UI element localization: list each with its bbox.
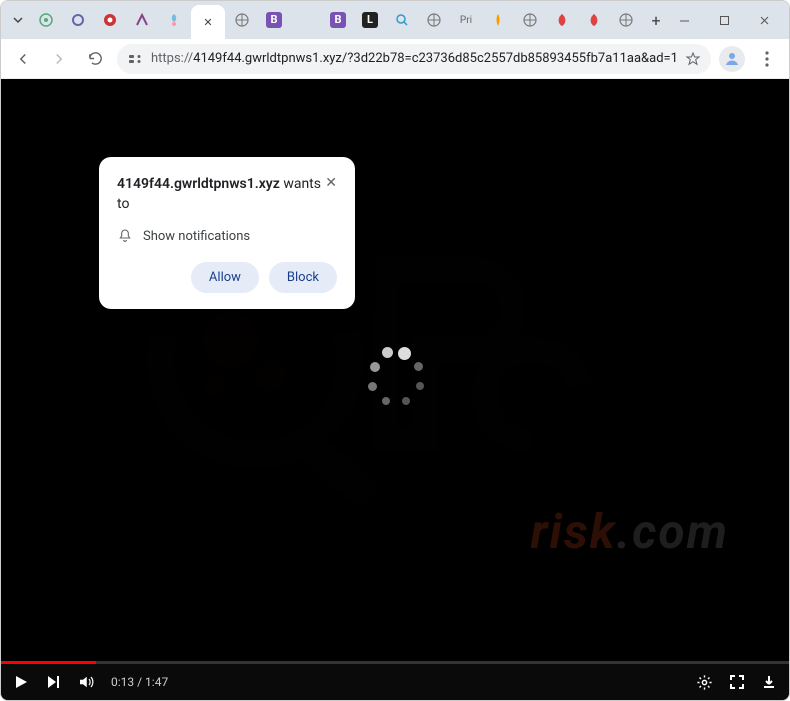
block-button[interactable]: Block bbox=[269, 262, 337, 293]
tab-1[interactable] bbox=[31, 5, 61, 35]
tab-9[interactable]: B bbox=[323, 5, 353, 35]
browser-menu[interactable] bbox=[753, 51, 781, 67]
close-tab-icon[interactable]: ✕ bbox=[203, 16, 212, 29]
play-button[interactable] bbox=[13, 674, 29, 690]
video-time: 0:13 / 1:47 bbox=[111, 675, 168, 689]
tab-2[interactable] bbox=[63, 5, 93, 35]
back-button[interactable] bbox=[9, 45, 37, 73]
tab-16[interactable] bbox=[547, 5, 577, 35]
notif-close-icon[interactable]: ✕ bbox=[325, 175, 337, 191]
tab-spacer bbox=[291, 5, 321, 35]
tab-18[interactable] bbox=[611, 5, 641, 35]
page-content: risk.com 4149f44.gwrldtpnws1.xyz wants t… bbox=[1, 79, 789, 700]
window-maximize[interactable] bbox=[709, 8, 739, 32]
tab-11[interactable] bbox=[387, 5, 417, 35]
tab-strip: ✕ B B L Pri + bbox=[1, 1, 789, 39]
forward-button[interactable] bbox=[45, 45, 73, 73]
tab-4[interactable] bbox=[127, 5, 157, 35]
tab-15[interactable] bbox=[515, 5, 545, 35]
reload-button[interactable] bbox=[81, 45, 109, 73]
watermark-text: risk.com bbox=[530, 503, 729, 560]
download-button[interactable] bbox=[761, 674, 777, 690]
next-button[interactable] bbox=[45, 674, 61, 690]
url-bar: https://4149f44.gwrldtpnws1.xyz/?3d22b78… bbox=[1, 39, 789, 79]
tab-17[interactable] bbox=[579, 5, 609, 35]
bell-icon bbox=[117, 228, 133, 244]
fullscreen-button[interactable] bbox=[729, 674, 745, 690]
tab-14[interactable] bbox=[483, 5, 513, 35]
tab-8[interactable]: B bbox=[259, 5, 289, 35]
window-close[interactable] bbox=[749, 8, 779, 32]
address-bar[interactable]: https://4149f44.gwrldtpnws1.xyz/?3d22b78… bbox=[117, 44, 711, 74]
tab-12[interactable] bbox=[419, 5, 449, 35]
allow-button[interactable]: Allow bbox=[191, 262, 259, 293]
url-text[interactable]: https://4149f44.gwrldtpnws1.xyz/?3d22b78… bbox=[151, 51, 677, 66]
volume-button[interactable] bbox=[77, 673, 95, 691]
notification-permission-popup: 4149f44.gwrldtpnws1.xyz wants to ✕ Show … bbox=[99, 157, 355, 309]
tab-10[interactable]: L bbox=[355, 5, 385, 35]
tab-13[interactable]: Pri bbox=[451, 5, 481, 35]
video-controls: 0:13 / 1:47 bbox=[1, 664, 789, 700]
window-minimize[interactable] bbox=[669, 8, 699, 32]
notif-body-text: Show notifications bbox=[143, 229, 250, 244]
site-settings-icon[interactable] bbox=[127, 51, 143, 67]
profile-avatar[interactable] bbox=[719, 46, 745, 72]
new-tab-button[interactable]: + bbox=[643, 7, 669, 33]
tab-5[interactable] bbox=[159, 5, 189, 35]
bookmark-star-icon[interactable] bbox=[685, 51, 701, 67]
tab-search-dropdown[interactable] bbox=[7, 9, 29, 31]
tab-active[interactable]: ✕ bbox=[191, 5, 225, 39]
tab-7[interactable] bbox=[227, 5, 257, 35]
settings-gear-icon[interactable] bbox=[696, 674, 713, 691]
loading-spinner bbox=[360, 342, 430, 412]
tab-3[interactable] bbox=[95, 5, 125, 35]
notif-title: 4149f44.gwrldtpnws1.xyz wants to bbox=[117, 175, 325, 214]
